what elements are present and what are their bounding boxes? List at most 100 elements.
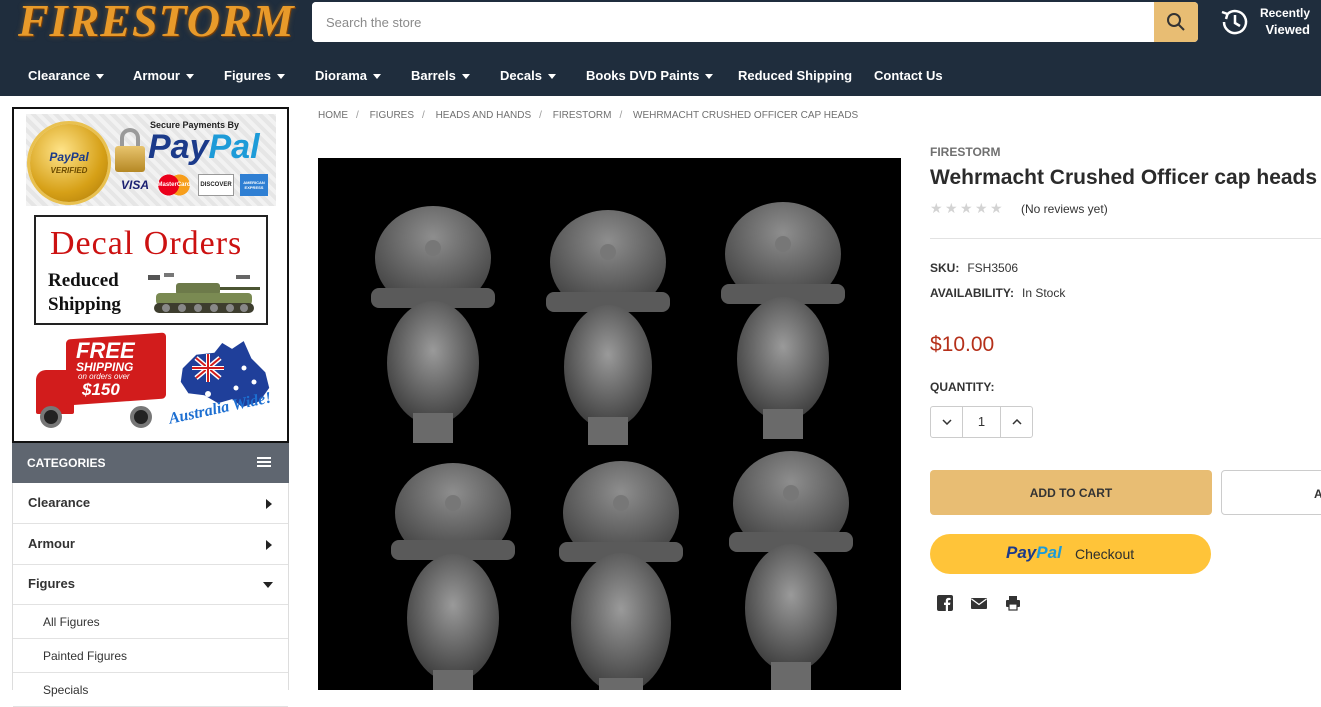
nav-books-dvd-paints[interactable]: Books DVD Paints bbox=[586, 68, 714, 83]
search-input[interactable] bbox=[312, 2, 1154, 42]
paypal-pal: Pal bbox=[208, 128, 260, 166]
chevron-down-icon bbox=[941, 419, 952, 425]
print-icon[interactable] bbox=[1005, 595, 1021, 611]
nav-barrels[interactable]: Barrels bbox=[411, 68, 470, 83]
tank-image bbox=[148, 273, 260, 313]
category-figures[interactable]: Figures bbox=[13, 564, 288, 605]
nav-label: Contact Us bbox=[874, 68, 943, 83]
caret-down-icon bbox=[705, 74, 714, 80]
nav-diorama[interactable]: Diorama bbox=[315, 68, 382, 83]
caret-down-icon bbox=[185, 74, 194, 80]
site-header: FIRESTORM Recently Viewed Clearance Armo… bbox=[0, 0, 1321, 96]
truck-wheel bbox=[40, 406, 62, 428]
divider bbox=[930, 238, 1321, 239]
decal-line2: Shipping bbox=[48, 294, 121, 315]
breadcrumb-current: Wehrmacht Crushed Officer cap heads bbox=[633, 110, 859, 121]
nav-decals[interactable]: Decals bbox=[500, 68, 556, 83]
sku-label: SKU: bbox=[930, 261, 960, 275]
category-clearance[interactable]: Clearance bbox=[13, 483, 288, 524]
nav-label: Reduced Shipping bbox=[738, 68, 853, 83]
caret-down-icon bbox=[96, 74, 105, 80]
product-brand[interactable]: FIRESTORM bbox=[930, 145, 1000, 159]
availability-label: AVAILABILITY: bbox=[930, 286, 1014, 300]
nav-label: Armour bbox=[133, 68, 180, 83]
quantity-stepper: 1 bbox=[930, 406, 1033, 438]
star-icon: ★ bbox=[975, 200, 988, 216]
product-heads-illustration bbox=[371, 202, 853, 690]
padlock-icon bbox=[115, 128, 145, 172]
caret-down-icon bbox=[276, 74, 285, 80]
reviews-link[interactable]: (No reviews yet) bbox=[1021, 202, 1108, 216]
subcategory-painted-figures[interactable]: Painted Figures bbox=[13, 639, 288, 673]
search-button[interactable] bbox=[1154, 2, 1198, 42]
breadcrumb-figures[interactable]: Figures bbox=[370, 110, 414, 121]
nav-clearance[interactable]: Clearance bbox=[28, 68, 105, 83]
menu-icon[interactable] bbox=[257, 457, 271, 469]
quantity-input[interactable]: 1 bbox=[963, 414, 1000, 429]
paypal-secure-banner[interactable]: PayPal VERIFIED Secure Payments By PayPa… bbox=[26, 114, 276, 206]
sku-value: FSH3506 bbox=[967, 261, 1019, 275]
subcategory-label: Painted Figures bbox=[43, 649, 128, 663]
star-icon: ★ bbox=[945, 200, 958, 216]
product-image[interactable] bbox=[318, 158, 901, 690]
chevron-down-icon[interactable] bbox=[263, 582, 273, 588]
category-label: Figures bbox=[28, 576, 75, 591]
category-armour[interactable]: Armour bbox=[13, 524, 288, 565]
breadcrumb-heads-and-hands[interactable]: Heads and Hands bbox=[436, 110, 532, 121]
recently-viewed-line1: Recently bbox=[1259, 6, 1310, 20]
email-icon[interactable] bbox=[971, 595, 987, 611]
nav-armour[interactable]: Armour bbox=[133, 68, 194, 83]
sidebar-promos: PayPal VERIFIED Secure Payments By PayPa… bbox=[12, 107, 289, 443]
subcategory-label: Specials bbox=[43, 683, 89, 697]
caret-down-icon bbox=[373, 74, 382, 80]
add-to-cart-label: ADD TO CART bbox=[1029, 486, 1113, 500]
categories-title: CATEGORIES bbox=[27, 456, 106, 470]
caret-down-icon bbox=[547, 74, 556, 80]
chevron-right-icon[interactable] bbox=[266, 540, 272, 550]
breadcrumb: Home / Figures / Heads and Hands / Firestor… bbox=[318, 110, 859, 121]
nav-label: Books DVD Paints bbox=[586, 68, 700, 83]
category-list: Clearance Armour Figures All Figures Pai… bbox=[12, 483, 289, 707]
seal-line2: VERIFIED bbox=[50, 166, 88, 175]
add-to-wishlist-button[interactable]: A bbox=[1221, 470, 1321, 515]
star-icon: ★ bbox=[960, 200, 973, 216]
star-icon: ★ bbox=[990, 200, 1003, 216]
facebook-icon[interactable] bbox=[937, 595, 953, 611]
add-to-cart-button[interactable]: ADD TO CART bbox=[930, 470, 1212, 515]
breadcrumb-home[interactable]: Home bbox=[318, 110, 348, 121]
decal-orders-banner[interactable]: Decal Orders Reduced Shipping bbox=[34, 215, 268, 325]
subcategory-all-figures[interactable]: All Figures bbox=[13, 605, 288, 639]
category-label: Clearance bbox=[28, 495, 91, 510]
categories-header: CATEGORIES bbox=[12, 443, 289, 483]
chevron-up-icon bbox=[1011, 419, 1022, 425]
free-shipping-banner[interactable]: FREE SHIPPING on orders over $150 Austra… bbox=[34, 332, 280, 438]
chevron-right-icon[interactable] bbox=[266, 499, 272, 509]
nav-label: Clearance bbox=[28, 68, 91, 83]
history-icon bbox=[1221, 9, 1248, 35]
paypal-wordmark: PayPal bbox=[148, 128, 260, 167]
store-logo[interactable]: FIRESTORM bbox=[18, 0, 295, 47]
nav-figures[interactable]: Figures bbox=[224, 68, 285, 83]
nav-reduced-shipping[interactable]: Reduced Shipping bbox=[738, 68, 852, 83]
main-nav: Clearance Armour Figures Diorama Barrels… bbox=[0, 58, 1321, 96]
visa-logo: VISA bbox=[120, 178, 149, 192]
nav-label: Figures bbox=[224, 68, 271, 83]
availability-value: In Stock bbox=[1022, 286, 1066, 300]
caret-down-icon bbox=[461, 74, 470, 80]
paypal-pay: Pay bbox=[148, 128, 209, 166]
quantity-decrease-button[interactable] bbox=[931, 407, 963, 437]
product-title: Wehrmacht Crushed Officer cap heads bbox=[930, 166, 1318, 189]
nav-contact-us[interactable]: Contact Us bbox=[874, 68, 943, 83]
search-icon bbox=[1167, 13, 1185, 31]
paypal-logo: PayPal bbox=[1006, 543, 1062, 563]
paypal-checkout-button[interactable]: PayPal Checkout bbox=[930, 534, 1211, 574]
amex-logo: AMERICAN EXPRESS bbox=[240, 174, 268, 196]
paypal-logo-pay: Pay bbox=[1006, 543, 1037, 562]
decal-subtitle: Reduced Shipping bbox=[48, 269, 121, 317]
breadcrumb-firestorm[interactable]: Firestorm bbox=[553, 110, 612, 121]
recently-viewed-button[interactable]: Recently Viewed bbox=[1218, 4, 1318, 40]
category-label: Armour bbox=[28, 536, 75, 551]
decal-line1: Reduced bbox=[48, 270, 119, 291]
quantity-increase-button[interactable] bbox=[1000, 407, 1032, 437]
subcategory-specials[interactable]: Specials bbox=[13, 673, 288, 707]
